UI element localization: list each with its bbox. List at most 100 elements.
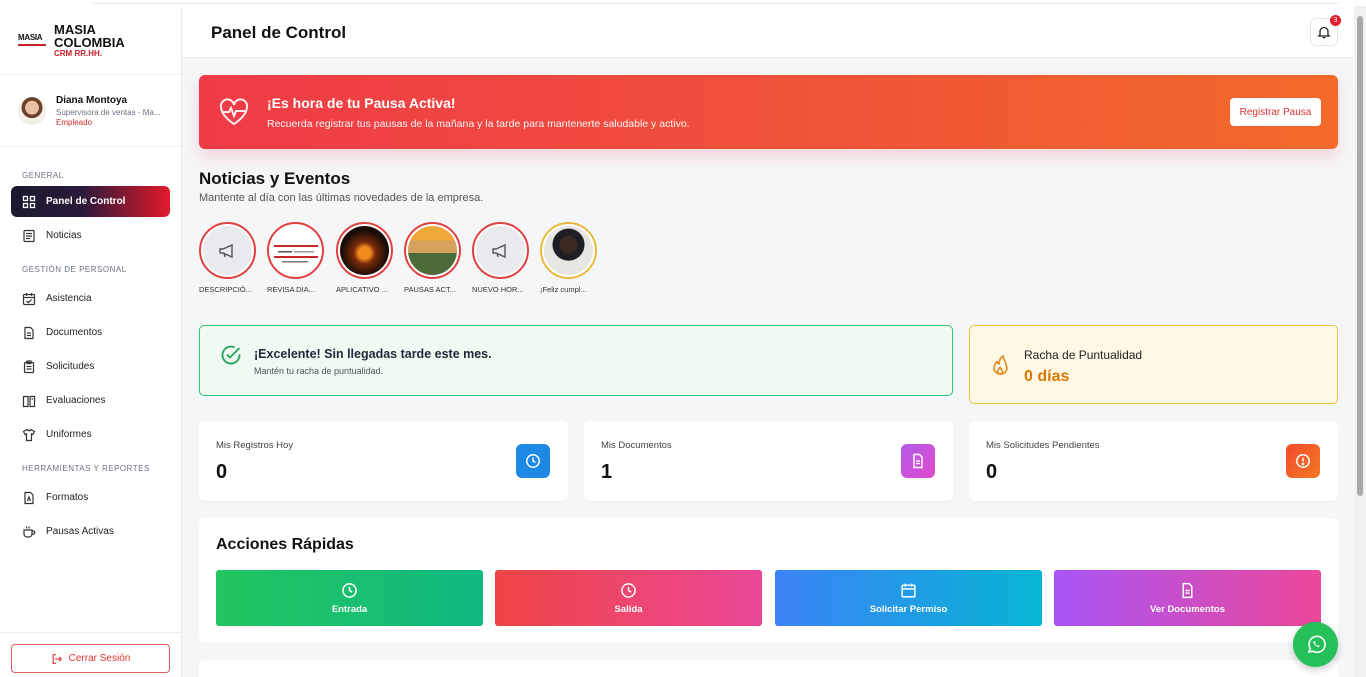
newspaper-icon	[23, 229, 35, 242]
stat-label: Mis Documentos	[601, 440, 672, 451]
flame-icon	[993, 354, 1008, 375]
logout-label: Cerrar Sesión	[68, 653, 131, 664]
brand-name-line2: COLOMBIA	[54, 34, 125, 50]
news-story[interactable]: NUEVO HOR...	[472, 222, 532, 294]
section-herramientas: Herramientas y Reportes	[22, 464, 150, 473]
sidebar-item-panel-de-control[interactable]: Panel de Control	[11, 186, 170, 217]
solicitar-permiso-button[interactable]: Solicitar Permiso	[775, 570, 1042, 626]
cup-icon	[23, 526, 36, 538]
story-caption: DESCRIPCIÓ...	[199, 285, 252, 294]
sidebar-item-formatos[interactable]: Formatos	[11, 482, 170, 513]
stat-value: 0	[216, 461, 228, 483]
file-format-icon	[24, 491, 34, 504]
megaphone-icon	[476, 226, 525, 275]
news-story[interactable]: PAUSAS ACT...	[404, 222, 464, 294]
button-label: Salida	[614, 603, 643, 615]
document-icon	[901, 444, 935, 478]
profile-role: Supervisora de ventas - Ma...	[56, 107, 161, 117]
sidebar-item-label: Noticias	[46, 230, 82, 241]
entrada-button[interactable]: Entrada	[216, 570, 483, 626]
top-header: Panel de Control 3	[182, 6, 1354, 58]
stat-value: 0	[986, 461, 998, 483]
stat-card-documentos[interactable]: Mis Documentos 1	[584, 421, 953, 501]
sidebar-item-asistencia[interactable]: Asistencia	[11, 283, 170, 314]
sidebar-item-solicitudes[interactable]: Solicitudes	[11, 351, 170, 382]
section-gestion-personal: Gestión de Personal	[22, 265, 127, 274]
profile-name: Diana Montoya	[56, 94, 128, 106]
shirt-icon	[22, 428, 36, 441]
story-caption: PAUSAS ACT...	[404, 285, 456, 294]
story-caption: NUEVO HOR...	[472, 285, 524, 294]
story-ring	[404, 222, 461, 279]
ver-documentos-button[interactable]: Ver Documentos	[1054, 570, 1321, 626]
news-story[interactable]: APLICATIVO ...	[336, 222, 396, 294]
sidebar-item-label: Panel de Control	[46, 196, 126, 207]
sidebar-item-uniformes[interactable]: Uniformes	[11, 419, 170, 450]
book-open-icon	[22, 395, 36, 407]
scrollbar-thumb[interactable]	[1357, 16, 1363, 496]
brand[interactable]: MASIA MASIA COLOMBIA CRM RR.HH.	[0, 6, 181, 75]
worker-thumb	[408, 226, 457, 275]
brand-logo: MASIA	[18, 34, 46, 46]
sidebar-item-pausas-activas[interactable]: Pausas Activas	[11, 516, 170, 547]
stat-card-registros[interactable]: Mis Registros Hoy 0	[199, 421, 568, 501]
notification-badge: 3	[1330, 15, 1341, 26]
grid-icon	[22, 195, 36, 208]
news-subtitle: Mantente al día con las últimas novedade…	[199, 192, 484, 204]
notifications-button[interactable]: 3	[1310, 15, 1341, 46]
sidebar-item-documentos[interactable]: Documentos	[11, 317, 170, 348]
logout-area: Cerrar Sesión	[0, 632, 181, 677]
next-section-card	[199, 660, 1338, 677]
register-pause-button[interactable]: Registrar Pausa	[1230, 98, 1321, 126]
logout-button[interactable]: Cerrar Sesión	[11, 644, 170, 673]
news-story[interactable]: DESCRIPCIÓ...	[199, 222, 259, 294]
story-ring	[267, 222, 324, 279]
sidebar-item-label: Asistencia	[46, 293, 92, 304]
sidebar-item-label: Solicitudes	[46, 361, 95, 372]
clock-icon	[342, 582, 357, 598]
profile-type: Empleado	[56, 117, 93, 127]
check-circle-icon	[221, 345, 241, 365]
button-label: Solicitar Permiso	[869, 603, 948, 615]
sidebar-item-evaluaciones[interactable]: Evaluaciones	[11, 385, 170, 416]
document-icon	[1182, 582, 1193, 598]
news-story[interactable]: REVISA DIA...	[267, 222, 327, 294]
button-label: Ver Documentos	[1150, 603, 1225, 615]
story-caption: APLICATIVO ...	[336, 285, 388, 294]
stat-card-solicitudes[interactable]: Mis Solicitudes Pendientes 0	[969, 421, 1338, 501]
sidebar-item-label: Pausas Activas	[46, 526, 114, 537]
story-ring	[540, 222, 597, 279]
megaphone-icon	[203, 226, 252, 275]
bell-icon	[1317, 26, 1331, 39]
heart-pulse-icon	[219, 98, 249, 126]
sidebar-item-label: Documentos	[46, 327, 103, 338]
whatsapp-icon	[1307, 635, 1326, 653]
stat-label: Mis Registros Hoy	[216, 440, 294, 451]
document-thumb	[271, 226, 320, 275]
brand-name-line1: MASIA	[54, 21, 96, 37]
section-general: General	[22, 171, 64, 180]
streak-card: Racha de Puntualidad 0 días	[969, 325, 1338, 404]
story-caption: REVISA DIA...	[267, 285, 315, 294]
story-caption: ¡Feliz cumpl...	[540, 285, 587, 294]
clipboard-icon	[23, 359, 35, 373]
stat-label: Mis Solicitudes Pendientes	[986, 440, 1100, 451]
user-profile[interactable]: Diana Montoya Supervisora de ventas - Ma…	[0, 75, 181, 147]
story-ring	[199, 222, 256, 279]
banner-title: ¡Es hora de tu Pausa Activa!	[267, 95, 456, 111]
active-pause-banner: ¡Es hora de tu Pausa Activa! Recuerda re…	[199, 75, 1338, 149]
punctuality-title: ¡Excelente! Sin llegadas tarde este mes.	[254, 347, 492, 361]
page-scrollbar[interactable]	[1354, 6, 1366, 677]
clock-icon	[516, 444, 550, 478]
stat-value: 1	[601, 461, 613, 483]
whatsapp-button[interactable]	[1293, 622, 1338, 667]
document-icon	[24, 326, 34, 339]
alert-circle-icon	[1286, 444, 1320, 478]
salida-button[interactable]: Salida	[495, 570, 762, 626]
streak-value: 0 días	[1024, 368, 1070, 385]
sidebar: MASIA MASIA COLOMBIA CRM RR.HH. Diana Mo…	[0, 6, 182, 677]
story-ring	[336, 222, 393, 279]
sidebar-item-noticias[interactable]: Noticias	[11, 220, 170, 251]
news-story[interactable]: ¡Feliz cumpl...	[540, 222, 600, 294]
punctuality-subtitle: Mantén tu racha de puntualidad.	[254, 366, 384, 376]
